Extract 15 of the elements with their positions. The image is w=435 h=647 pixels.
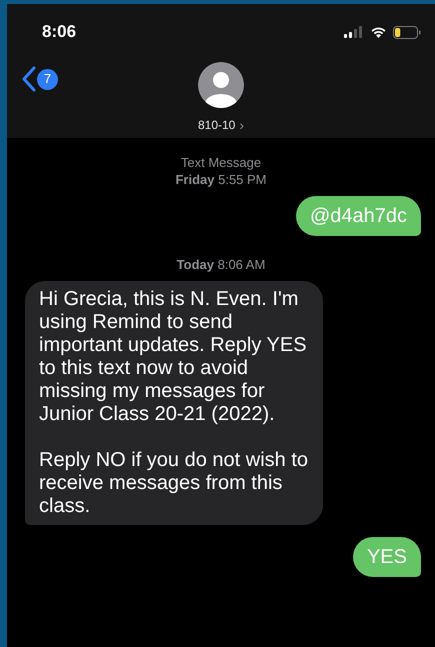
avatar-icon (198, 62, 244, 108)
contact-name[interactable]: 810-10 › (198, 116, 244, 134)
sent-message: @d4ah7dc (296, 196, 421, 236)
unread-badge: 7 (37, 68, 58, 90)
timestamp: Friday 5:55 PM (175, 171, 267, 188)
sent-message: YES (352, 537, 421, 577)
back-chevron-icon (22, 66, 36, 92)
battery-icon (393, 26, 421, 38)
wifi-icon (370, 26, 387, 38)
received-message: Hi Grecia, this is N. Even. I'm using Remind to send important updates. Reply YES to this text now to avoid missing my messages for Junior Class 20-21 (2022). Reply NO if you do not wish to receive messages from this class. (25, 281, 323, 525)
signal-icon (344, 26, 364, 38)
timestamp: Today 8:06 AM (176, 256, 266, 273)
status-time: 8:06 (42, 21, 76, 44)
back-button[interactable]: 7 (22, 66, 58, 92)
timestamp: Text Message (180, 154, 262, 171)
